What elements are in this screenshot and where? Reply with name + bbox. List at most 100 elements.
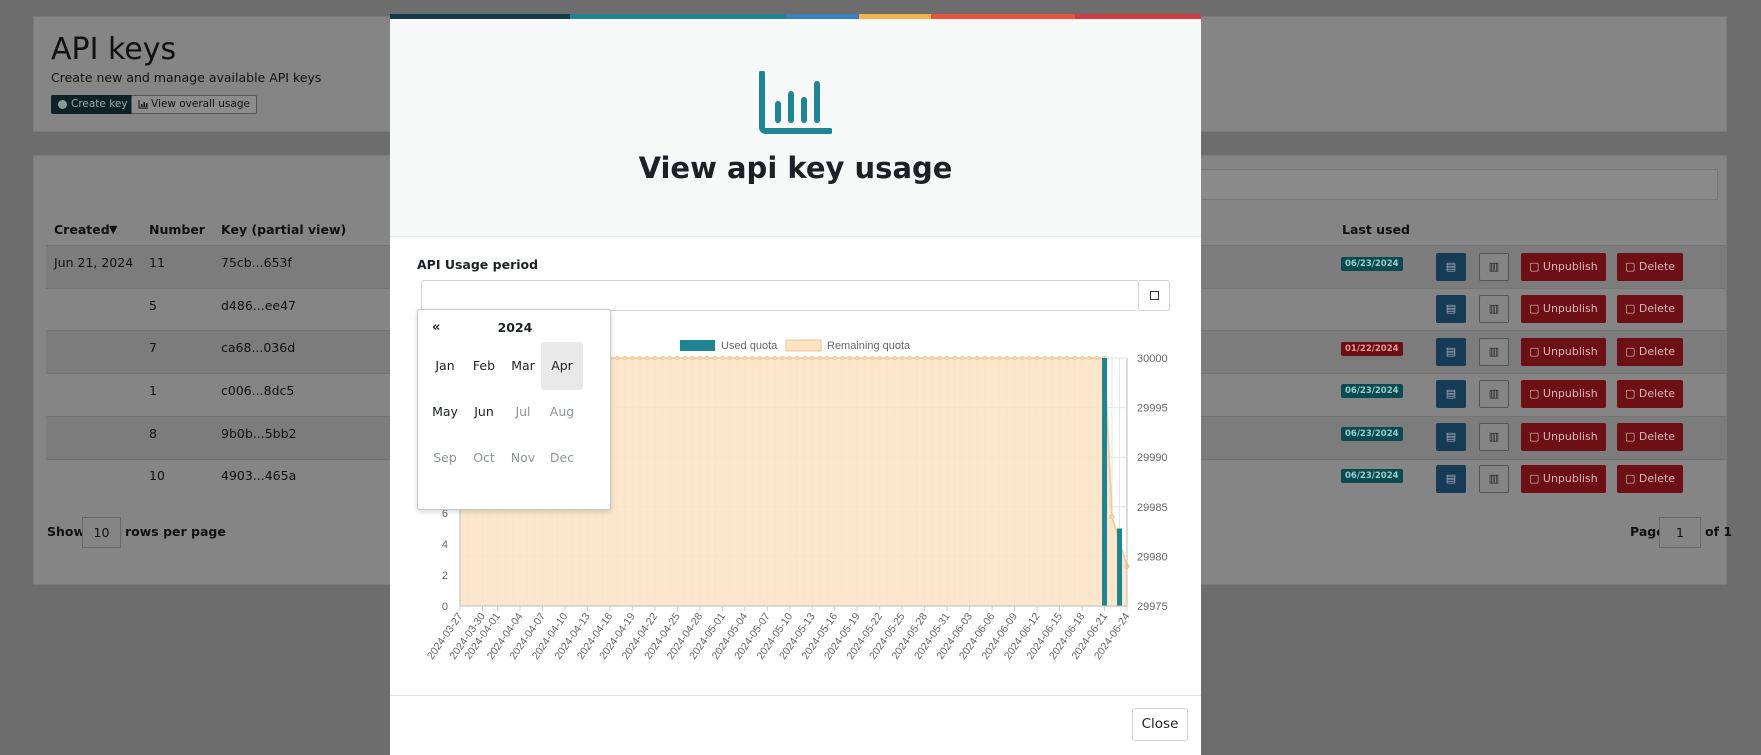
delete-label: Delete (1638, 430, 1676, 443)
bar-chart-icon (759, 71, 832, 134)
remaining-quota-point (915, 355, 920, 361)
col-key[interactable]: Key (partial view) (221, 222, 346, 237)
remaining-quota-point (615, 355, 620, 361)
unpublish-button[interactable]: ▢ Unpublish (1521, 338, 1606, 366)
number-cell: 5 (149, 298, 157, 313)
view-usage-button[interactable]: ▥ (1479, 338, 1509, 366)
remaining-quota-point (825, 355, 830, 361)
remaining-quota-point (637, 355, 642, 361)
unpublish-button[interactable]: ▢ Unpublish (1521, 465, 1606, 493)
view-usage-button[interactable]: ▥ (1479, 380, 1509, 408)
month-apr[interactable]: Apr (541, 342, 583, 390)
remaining-quota-point (765, 355, 770, 361)
create-key-button[interactable]: Create key (51, 95, 135, 114)
prev-year-button[interactable]: « (432, 320, 440, 335)
delete-label: Delete (1638, 345, 1676, 358)
remaining-quota-point (877, 355, 882, 361)
delete-button[interactable]: ▢ Delete (1617, 338, 1683, 366)
copy-key-button[interactable]: ▤ (1436, 338, 1466, 366)
col-created[interactable]: Created (54, 222, 110, 237)
col-number[interactable]: Number (149, 222, 205, 237)
view-usage-button[interactable]: ▥ (1479, 295, 1509, 323)
view-usage-button[interactable]: ▥ (1479, 253, 1509, 281)
copy-key-button[interactable]: ▤ (1436, 380, 1466, 408)
remaining-quota-point (1004, 355, 1010, 361)
copy-key-button[interactable]: ▤ (1436, 253, 1466, 281)
unpublish-label: Unpublish (1542, 387, 1598, 400)
copy-key-button[interactable]: ▤ (1436, 423, 1466, 451)
show-label: Show (47, 524, 86, 539)
view-usage-button[interactable]: ▥ (1479, 465, 1509, 493)
remaining-quota-point (810, 355, 815, 361)
remaining-quota-point (795, 355, 800, 361)
month-may[interactable]: May (424, 388, 466, 436)
remaining-quota-point (900, 355, 905, 361)
page-number-input[interactable]: 1 (1659, 517, 1701, 548)
unpublish-button[interactable]: ▢ Unpublish (1521, 253, 1606, 281)
view-overall-usage-button[interactable]: View overall usage (131, 95, 257, 114)
delete-button[interactable]: ▢ Delete (1617, 423, 1683, 451)
picker-year[interactable]: 2024 (418, 320, 612, 335)
delete-button[interactable]: ▢ Delete (1617, 465, 1683, 493)
delete-button[interactable]: ▢ Delete (1617, 253, 1683, 281)
col-last-used[interactable]: Last used (1342, 222, 1410, 237)
view-usage-button[interactable]: ▥ (1479, 423, 1509, 451)
sort-desc-icon[interactable]: ▼ (109, 223, 117, 236)
month-jan[interactable]: Jan (424, 342, 466, 390)
remaining-quota-point (690, 355, 695, 361)
rows-per-page-select[interactable]: 10 (82, 517, 121, 548)
month-nov: Nov (510, 450, 536, 465)
month-dec: Dec (549, 450, 575, 465)
col-created-label: Created (54, 222, 110, 237)
unpublish-label: Unpublish (1542, 472, 1598, 485)
unpublish-button[interactable]: ▢ Unpublish (1521, 423, 1606, 451)
remaining-quota-point (645, 355, 650, 361)
remaining-quota-point (870, 355, 875, 361)
number-cell: 8 (149, 426, 157, 441)
delete-button[interactable]: ▢ Delete (1617, 380, 1683, 408)
delete-button[interactable]: ▢ Delete (1617, 295, 1683, 323)
number-cell: 1 (149, 383, 157, 398)
copy-key-button[interactable]: ▤ (1436, 295, 1466, 323)
remaining-quota-point (847, 355, 852, 361)
remaining-quota-point (1034, 355, 1040, 361)
month-feb[interactable]: Feb (463, 342, 505, 390)
y-right-tick-label: 29990 (1137, 452, 1168, 464)
unpublish-button[interactable]: ▢ Unpublish (1521, 295, 1606, 323)
number-cell: 10 (149, 468, 165, 483)
month-mar[interactable]: Mar (502, 342, 544, 390)
month-picker: 2024 « Jan Feb Mar Apr May Jun Jul Aug Sep Oct Nov… (417, 309, 611, 510)
remaining-quota-point (682, 355, 687, 361)
remaining-quota-point (930, 355, 935, 361)
close-button[interactable]: Close (1132, 708, 1188, 741)
remaining-quota-point (892, 355, 897, 361)
y-right-tick-label: 29985 (1137, 502, 1168, 514)
y-right-tick-label: 29975 (1137, 601, 1168, 613)
calendar-toggle-button[interactable] (1139, 280, 1170, 311)
copy-key-button[interactable]: ▤ (1436, 465, 1466, 493)
legend-swatch-remaining (785, 339, 822, 352)
period-input[interactable] (421, 280, 1139, 311)
remaining-quota-point (757, 355, 762, 361)
remaining-quota-point (712, 355, 717, 361)
unpublish-button[interactable]: ▢ Unpublish (1521, 380, 1606, 408)
search-input[interactable] (1195, 169, 1718, 200)
remaining-quota-point (960, 355, 965, 361)
remaining-quota-point (697, 355, 702, 361)
remaining-quota-point (885, 355, 890, 361)
remaining-quota-point (855, 355, 860, 361)
used-quota-bar (1117, 528, 1123, 606)
number-cell: 7 (149, 340, 157, 355)
key-cell: 9b0b...5bb2 (221, 426, 297, 441)
last-used-badge: 06/23/2024 (1341, 469, 1403, 483)
remaining-quota-point (727, 355, 732, 361)
remaining-quota-point (630, 355, 635, 361)
remaining-quota-point (1109, 514, 1115, 520)
page-title: API keys (51, 32, 177, 67)
legend-label-used: Used quota (721, 340, 778, 352)
page-subtitle: Create new and manage available API keys (51, 70, 322, 85)
month-oct: Oct (473, 450, 495, 465)
remaining-quota-point (1064, 355, 1070, 361)
month-jun[interactable]: Jun (463, 388, 505, 436)
modal-title: View api key usage (638, 151, 953, 185)
